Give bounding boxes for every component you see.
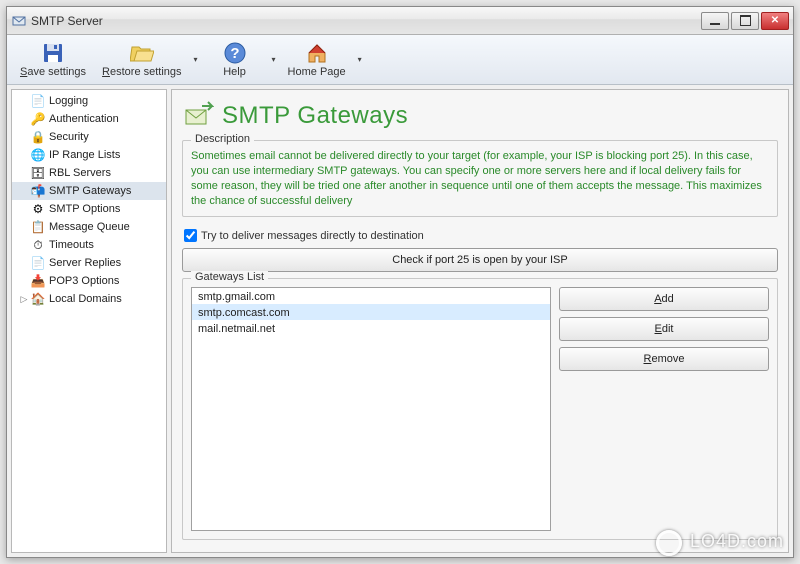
sidebar-item-security[interactable]: 🔒Security <box>12 128 166 146</box>
edit-button[interactable]: Edit <box>559 317 769 341</box>
queue-icon: 📋 <box>30 219 46 235</box>
home-label: Home Page <box>288 66 346 78</box>
save-icon <box>41 41 65 65</box>
description-text: Sometimes email cannot be delivered dire… <box>191 149 769 208</box>
sidebar-item-authentication[interactable]: 🔑Authentication <box>12 110 166 128</box>
sidebar-item-local-domains[interactable]: ▷🏠Local Domains <box>12 290 166 308</box>
sidebar-item-timeouts[interactable]: ⏱Timeouts <box>12 236 166 254</box>
gateways-listbox[interactable]: smtp.gmail.com smtp.comcast.com mail.net… <box>191 287 551 531</box>
page-title: SMTP Gateways <box>222 102 408 130</box>
add-button[interactable]: Add <box>559 287 769 311</box>
save-label: Save settings <box>20 66 86 78</box>
gateways-group: Gateways List smtp.gmail.com smtp.comcas… <box>182 278 778 540</box>
key-icon: 🔑 <box>30 111 46 127</box>
help-icon: ? <box>223 41 247 65</box>
direct-delivery-checkbox[interactable] <box>184 229 197 242</box>
reply-icon: 📄 <box>30 255 46 271</box>
help-dropdown[interactable]: ▾ <box>269 38 279 82</box>
sidebar-item-server-replies[interactable]: 📄Server Replies <box>12 254 166 272</box>
window-title: SMTP Server <box>31 14 701 28</box>
sidebar-item-ip-range[interactable]: 🌐IP Range Lists <box>12 146 166 164</box>
sidebar-item-smtp-gateways[interactable]: 📬SMTP Gateways <box>12 182 166 200</box>
window-controls <box>701 12 789 30</box>
close-button[interactable] <box>761 12 789 30</box>
page-icon <box>182 100 214 132</box>
sidebar: 📄Logging 🔑Authentication 🔒Security 🌐IP R… <box>11 89 167 553</box>
app-icon <box>11 13 27 29</box>
restore-dropdown[interactable]: ▾ <box>191 38 201 82</box>
home-dropdown[interactable]: ▾ <box>355 38 365 82</box>
home-icon <box>305 41 329 65</box>
application-window: SMTP Server Save settings Restore settin… <box>6 6 794 558</box>
check-port-button[interactable]: Check if port 25 is open by your ISP <box>182 248 778 272</box>
gear-icon: ⚙ <box>30 201 46 217</box>
direct-delivery-label[interactable]: Try to deliver messages directly to dest… <box>201 230 424 242</box>
direct-delivery-row: Try to deliver messages directly to dest… <box>182 223 778 248</box>
expand-icon[interactable]: ▷ <box>18 294 30 305</box>
minimize-button[interactable] <box>701 12 729 30</box>
titlebar: SMTP Server <box>7 7 793 35</box>
sidebar-item-rbl[interactable]: 🗄RBL Servers <box>12 164 166 182</box>
server-icon: 🗄 <box>30 165 46 181</box>
page-header: SMTP Gateways <box>182 96 778 140</box>
help-button[interactable]: ? Help <box>203 38 267 82</box>
maximize-button[interactable] <box>731 12 759 30</box>
svg-text:?: ? <box>230 45 239 62</box>
help-label: Help <box>223 66 246 78</box>
globe-icon: 🌐 <box>30 147 46 163</box>
gateway-buttons: Add Edit Remove <box>559 287 769 531</box>
gateway-item[interactable]: mail.netmail.net <box>192 320 550 336</box>
main-area: 📄Logging 🔑Authentication 🔒Security 🌐IP R… <box>7 85 793 557</box>
sidebar-item-message-queue[interactable]: 📋Message Queue <box>12 218 166 236</box>
restore-settings-button[interactable]: Restore settings <box>95 38 189 82</box>
description-label: Description <box>191 133 254 145</box>
toolbar: Save settings Restore settings ▾ ? Help … <box>7 35 793 85</box>
restore-label: Restore settings <box>102 66 182 78</box>
remove-button[interactable]: Remove <box>559 347 769 371</box>
sidebar-item-pop3[interactable]: 📥POP3 Options <box>12 272 166 290</box>
clock-icon: ⏱ <box>30 237 46 253</box>
folder-open-icon <box>130 41 154 65</box>
home-page-button[interactable]: Home Page <box>281 38 353 82</box>
gateways-layout: smtp.gmail.com smtp.comcast.com mail.net… <box>191 287 769 531</box>
sidebar-item-smtp-options[interactable]: ⚙SMTP Options <box>12 200 166 218</box>
sidebar-item-logging[interactable]: 📄Logging <box>12 92 166 110</box>
mail-forward-icon: 📬 <box>30 183 46 199</box>
gateways-list-label: Gateways List <box>191 271 268 283</box>
description-group: Description Sometimes email cannot be de… <box>182 140 778 217</box>
logging-icon: 📄 <box>30 93 46 109</box>
inbox-icon: 📥 <box>30 273 46 289</box>
save-settings-button[interactable]: Save settings <box>13 38 93 82</box>
gateway-item[interactable]: smtp.gmail.com <box>192 288 550 304</box>
content-panel: SMTP Gateways Description Sometimes emai… <box>171 89 789 553</box>
lock-icon: 🔒 <box>30 129 46 145</box>
gateway-item[interactable]: smtp.comcast.com <box>192 304 550 320</box>
domains-icon: 🏠 <box>30 291 46 307</box>
